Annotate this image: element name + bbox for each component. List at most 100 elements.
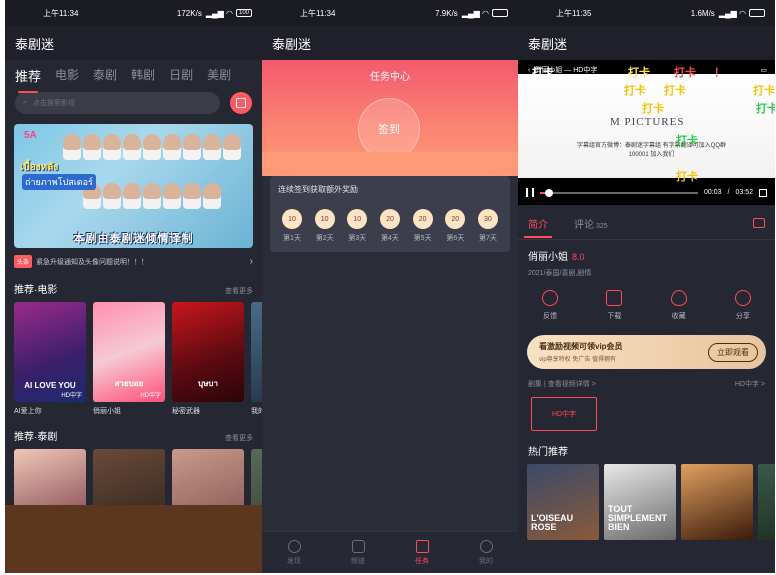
poster-title: บุษบา bbox=[198, 379, 218, 388]
episodes-link[interactable]: 剧集 | 查看视频详情 > bbox=[528, 379, 596, 389]
progress-knob[interactable] bbox=[545, 188, 554, 197]
home-screen: 上午11:34 172K/s ▂▄▆ ◠ 100 泰剧迷 推荐 电影 泰剧 韩剧… bbox=[5, 0, 262, 573]
status-time: 上午11:35 bbox=[556, 8, 592, 18]
video-info: 俏丽小姐 8.0 2021/泰国/喜剧,剧情 bbox=[518, 240, 775, 278]
vip-subtitle: vip尊享特权 免广告 值得拥有 bbox=[539, 357, 617, 363]
day-label: 第7天 bbox=[478, 235, 497, 242]
notice-tag: 头条 bbox=[14, 255, 33, 268]
movie-card[interactable]: AI LOVE YOU HD中字 AI爱上你 bbox=[14, 302, 86, 416]
banner-logo: 5A bbox=[24, 130, 37, 141]
tab-japanese-drama[interactable]: 日剧 bbox=[169, 66, 193, 88]
coin-icon: 10 bbox=[347, 209, 368, 229]
hot-poster-title: L'OISEAU ROSE bbox=[531, 513, 574, 532]
movie-card[interactable]: 我的 bbox=[251, 302, 262, 416]
coin-icon: 20 bbox=[379, 209, 400, 229]
signal-icon: ▂▄▆ ◠ bbox=[461, 8, 489, 18]
movies-row: AI LOVE YOU HD中字 AI爱上你 สวยบอย HD中字 俏丽小姐 … bbox=[5, 302, 262, 416]
movie-card[interactable]: บุษบา 秘密武器 bbox=[172, 302, 244, 416]
nav-channel[interactable]: 频道 bbox=[351, 539, 365, 566]
hot-card[interactable] bbox=[681, 464, 753, 540]
section-movies-title: 推荐·电影 bbox=[14, 285, 58, 296]
tab-intro[interactable]: 简介 bbox=[524, 216, 552, 238]
movies-more-link[interactable]: 查看更多 bbox=[225, 286, 253, 296]
nav-discover[interactable]: 发现 bbox=[287, 539, 301, 566]
danmaku: 打卡 bbox=[676, 135, 698, 147]
dramas-more-link[interactable]: 查看更多 bbox=[225, 433, 253, 443]
tab-recommend[interactable]: 推荐 bbox=[15, 66, 41, 93]
back-icon[interactable]: ‹ bbox=[528, 67, 530, 74]
signin-day: 10 第3天 bbox=[343, 209, 371, 243]
search-row: ⌕ 点击搜索影视 bbox=[5, 88, 262, 118]
feedback-button[interactable]: 反馈 bbox=[542, 290, 559, 321]
subtitle-line: 字幕组官方微博：泰剧迷字幕组 有字幕翻译可加入QQ群 bbox=[576, 143, 726, 149]
pause-icon[interactable] bbox=[526, 188, 534, 197]
action-label: 分享 bbox=[735, 313, 750, 320]
favorite-button[interactable]: 收藏 bbox=[670, 290, 687, 321]
signin-day: 20 第6天 bbox=[441, 209, 469, 243]
tab-american-drama[interactable]: 美剧 bbox=[207, 66, 231, 88]
history-icon bbox=[236, 98, 246, 108]
vip-banner[interactable]: 看激励视频可领vip会员 vip尊享特权 免广告 值得拥有 立即观看 bbox=[527, 335, 766, 369]
app-title: 泰剧迷 bbox=[5, 26, 262, 60]
danmaku-toggle-icon[interactable] bbox=[753, 218, 765, 228]
status-time: 上午11:34 bbox=[43, 8, 79, 18]
quality-badge: HD中字 bbox=[140, 393, 161, 399]
danmaku: 打卡 bbox=[676, 171, 698, 183]
task-icon bbox=[415, 539, 429, 553]
movie-poster bbox=[251, 302, 262, 402]
banner-carousel[interactable]: 5A เบื้องหลัง ถ่ายภาพโปสเตอร์ 本剧由泰剧迷倾情译制 bbox=[14, 124, 253, 248]
fullscreen-icon[interactable] bbox=[759, 188, 767, 197]
signin-day: 20 第5天 bbox=[409, 209, 437, 243]
action-row: 反馈 下载 收藏 分享 bbox=[518, 278, 775, 321]
share-button[interactable]: 分享 bbox=[734, 290, 751, 321]
status-time: 上午11:34 bbox=[300, 8, 336, 18]
hot-card[interactable] bbox=[758, 464, 775, 540]
compass-icon bbox=[287, 539, 301, 553]
banner-thai-subtitle: ถ่ายภาพโปสเตอร์ bbox=[22, 174, 96, 190]
checkin-button[interactable]: 签到 bbox=[358, 98, 420, 160]
danmaku: 打卡 bbox=[642, 103, 664, 115]
download-button[interactable]: 下载 bbox=[606, 290, 623, 321]
tab-comments[interactable]: 评论 325 bbox=[574, 216, 608, 231]
movie-title: 秘密武器 bbox=[172, 408, 200, 415]
progress-bar[interactable] bbox=[540, 188, 698, 197]
danmaku: 打卡 bbox=[674, 67, 696, 79]
action-label: 反馈 bbox=[543, 313, 558, 320]
heart-icon bbox=[670, 290, 687, 306]
video-watermark: M PICTURES bbox=[610, 116, 685, 128]
nav-mine[interactable]: 我的 bbox=[479, 539, 493, 566]
tab-korean-drama[interactable]: 韩剧 bbox=[131, 66, 155, 88]
section-movies-header: 推荐·电影 查看更多 bbox=[5, 275, 262, 302]
nav-label: 我的 bbox=[479, 557, 493, 565]
banner-caption: 本剧由泰剧迷倾情译制 bbox=[73, 233, 194, 245]
movie-card[interactable]: สวยบอย HD中字 俏丽小姐 bbox=[93, 302, 165, 416]
tab-thai-drama[interactable]: 泰剧 bbox=[93, 66, 117, 88]
episode-button[interactable]: HD中字 bbox=[531, 397, 597, 431]
status-bar: 上午11:34 172K/s ▂▄▆ ◠ 100 bbox=[5, 0, 262, 26]
status-net-speed: 172K/s bbox=[176, 8, 202, 18]
task-center-title: 任务中心 bbox=[370, 72, 410, 83]
quality-badge: HD中字 bbox=[61, 393, 82, 399]
day-label: 第6天 bbox=[446, 235, 465, 242]
tab-movie[interactable]: 电影 bbox=[55, 66, 79, 88]
quality-select[interactable]: HD中字 > bbox=[735, 379, 765, 389]
notice-bar[interactable]: 头条 紧急升级通知及头像问题说明！！！ › bbox=[5, 248, 262, 275]
battery-icon bbox=[749, 9, 765, 17]
bottom-overlay bbox=[5, 505, 262, 573]
nav-task[interactable]: 任务 bbox=[415, 539, 429, 566]
hot-card[interactable]: TOUT SIMPLEMENT BIEN bbox=[604, 464, 676, 540]
menu-icon[interactable]: ▭ bbox=[760, 66, 767, 74]
time-separator: / bbox=[727, 189, 730, 196]
watch-now-button[interactable]: 立即观看 bbox=[708, 342, 758, 362]
hot-card[interactable]: L'OISEAU ROSE bbox=[527, 464, 599, 540]
video-player[interactable]: ‹ 俏丽小姐 — HD中字 ▭ M PICTURES 字幕组官方微博：泰剧迷字幕… bbox=[518, 60, 775, 205]
action-label: 下载 bbox=[607, 313, 622, 320]
danmaku: 打卡 bbox=[624, 85, 646, 97]
app-title: 泰剧迷 bbox=[262, 26, 518, 60]
vip-text: 看激励视频可领vip会员 vip尊享特权 免广告 值得拥有 bbox=[539, 341, 708, 363]
search-input[interactable]: ⌕ 点击搜索影视 bbox=[15, 92, 220, 114]
poster-title: สวยบอย bbox=[114, 379, 144, 388]
movie-poster: สวยบอย HD中字 bbox=[93, 302, 165, 402]
history-button[interactable] bbox=[230, 92, 252, 114]
signin-day: 10 第1天 bbox=[278, 209, 306, 243]
